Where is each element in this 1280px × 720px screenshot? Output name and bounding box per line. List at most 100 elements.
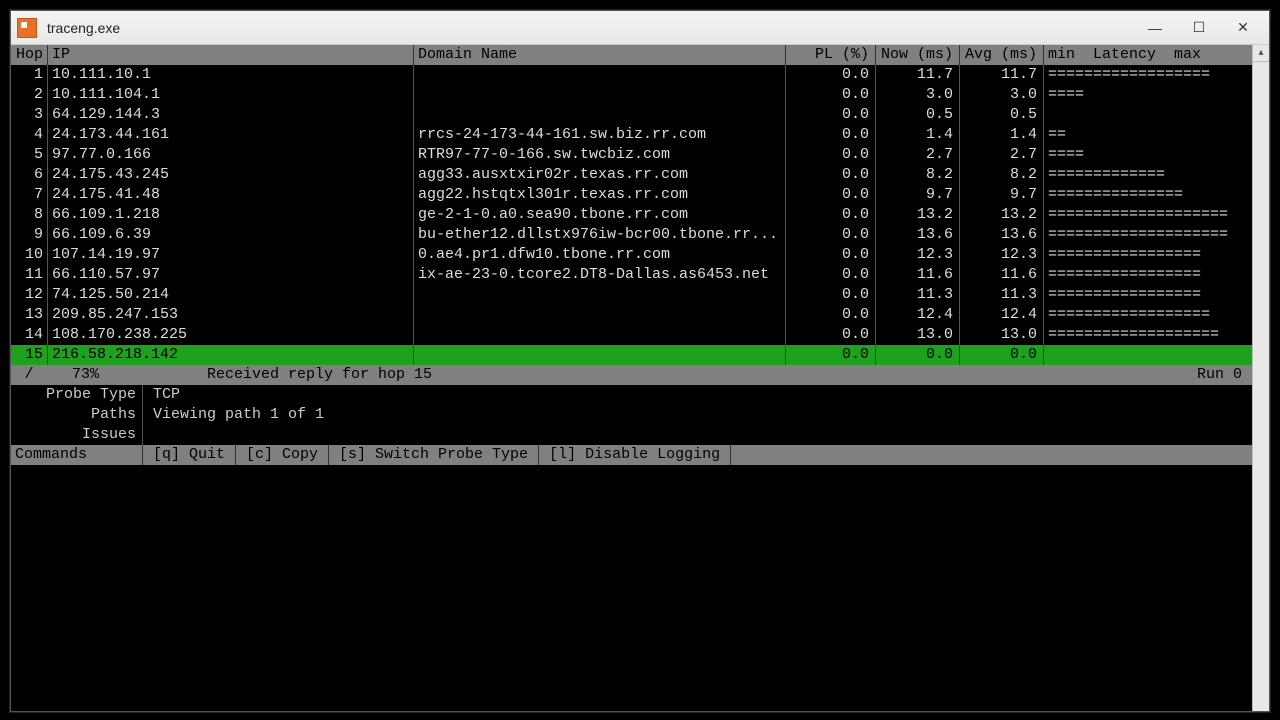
- hop-cell: 9: [11, 225, 47, 245]
- hop-cell: 15: [11, 345, 47, 365]
- latency-cell: =================: [1043, 265, 1231, 285]
- now-cell: 0.5: [875, 105, 959, 125]
- table-row[interactable]: 10107.14.19.970.ae4.pr1.dfw10.tbone.rr.c…: [11, 245, 1252, 265]
- latency-cell: ==================: [1043, 305, 1231, 325]
- table-row[interactable]: 364.129.144.30.00.50.5: [11, 105, 1252, 125]
- table-row[interactable]: 1166.110.57.97ix-ae-23-0.tcore2.DT8-Dall…: [11, 265, 1252, 285]
- ip-cell: 74.125.50.214: [47, 285, 413, 305]
- table-row[interactable]: 597.77.0.166RTR97-77-0-166.sw.twcbiz.com…: [11, 145, 1252, 165]
- pl-cell: 0.0: [785, 145, 875, 165]
- paths-label: Paths: [11, 405, 143, 425]
- hop-cell: 11: [11, 265, 47, 285]
- table-row[interactable]: 14108.170.238.2250.013.013.0============…: [11, 325, 1252, 345]
- hop-cell: 7: [11, 185, 47, 205]
- maximize-button[interactable]: ☐: [1189, 18, 1209, 38]
- titlebar: traceng.exe — ☐ ✕: [11, 11, 1269, 45]
- avg-cell: 9.7: [959, 185, 1043, 205]
- ip-cell: 64.129.144.3: [47, 105, 413, 125]
- avg-cell: 3.0: [959, 85, 1043, 105]
- pl-cell: 0.0: [785, 305, 875, 325]
- pl-cell: 0.0: [785, 225, 875, 245]
- hop-cell: 12: [11, 285, 47, 305]
- hop-cell: 5: [11, 145, 47, 165]
- latency-cell: [1043, 345, 1231, 365]
- info-probe-type: Probe Type TCP: [11, 385, 1252, 405]
- vertical-scrollbar[interactable]: ▴: [1252, 45, 1269, 711]
- pl-cell: 0.0: [785, 165, 875, 185]
- latency-cell: =============: [1043, 165, 1231, 185]
- col-latency: min Latency max: [1043, 45, 1231, 65]
- domain-cell: rrcs-24-173-44-161.sw.biz.rr.com: [413, 125, 785, 145]
- ip-cell: 24.175.41.48: [47, 185, 413, 205]
- table-row[interactable]: 966.109.6.39bu-ether12.dllstx976iw-bcr00…: [11, 225, 1252, 245]
- info-issues: Issues: [11, 425, 1252, 445]
- table-row[interactable]: 1274.125.50.2140.011.311.3==============…: [11, 285, 1252, 305]
- table-row[interactable]: 15216.58.218.1420.00.00.0: [11, 345, 1252, 365]
- domain-cell: agg22.hstqtxl301r.texas.rr.com: [413, 185, 785, 205]
- avg-cell: 13.2: [959, 205, 1043, 225]
- ip-cell: 66.109.1.218: [47, 205, 413, 225]
- hop-cell: 6: [11, 165, 47, 185]
- ip-cell: 24.175.43.245: [47, 165, 413, 185]
- avg-cell: 13.0: [959, 325, 1043, 345]
- table-row[interactable]: 724.175.41.48agg22.hstqtxl301r.texas.rr.…: [11, 185, 1252, 205]
- latency-cell: ====: [1043, 145, 1231, 165]
- domain-cell: [413, 65, 785, 85]
- domain-cell: [413, 105, 785, 125]
- domain-cell: ix-ae-23-0.tcore2.DT8-Dallas.as6453.net: [413, 265, 785, 285]
- table-row[interactable]: 210.111.104.10.03.03.0====: [11, 85, 1252, 105]
- pl-cell: 0.0: [785, 105, 875, 125]
- commands-label: Commands: [11, 445, 143, 465]
- pl-cell: 0.0: [785, 125, 875, 145]
- ip-cell: 10.111.104.1: [47, 85, 413, 105]
- now-cell: 12.4: [875, 305, 959, 325]
- pl-cell: 0.0: [785, 185, 875, 205]
- latency-cell: ==================: [1043, 65, 1231, 85]
- now-cell: 13.2: [875, 205, 959, 225]
- domain-cell: RTR97-77-0-166.sw.twcbiz.com: [413, 145, 785, 165]
- ip-cell: 107.14.19.97: [47, 245, 413, 265]
- hop-cell: 3: [11, 105, 47, 125]
- avg-cell: 11.7: [959, 65, 1043, 85]
- hop-cell: 14: [11, 325, 47, 345]
- table-row[interactable]: 13209.85.247.1530.012.412.4=============…: [11, 305, 1252, 325]
- domain-cell: [413, 305, 785, 325]
- domain-cell: 0.ae4.pr1.dfw10.tbone.rr.com: [413, 245, 785, 265]
- latency-cell: ===================: [1043, 325, 1231, 345]
- close-button[interactable]: ✕: [1233, 18, 1253, 38]
- ip-cell: 108.170.238.225: [47, 325, 413, 345]
- avg-cell: 11.6: [959, 265, 1043, 285]
- avg-cell: 0.5: [959, 105, 1043, 125]
- pl-cell: 0.0: [785, 245, 875, 265]
- table-row[interactable]: 624.175.43.245agg33.ausxtxir02r.texas.rr…: [11, 165, 1252, 185]
- table-row[interactable]: 866.109.1.218ge-2-1-0.a0.sea90.tbone.rr.…: [11, 205, 1252, 225]
- scroll-up-icon[interactable]: ▴: [1253, 45, 1269, 62]
- ip-cell: 10.111.10.1: [47, 65, 413, 85]
- latency-cell: =================: [1043, 245, 1231, 265]
- avg-cell: 8.2: [959, 165, 1043, 185]
- cmd-switch-probe[interactable]: [s] Switch Probe Type: [329, 445, 539, 465]
- latency-cell: ====================: [1043, 225, 1231, 245]
- avg-cell: 1.4: [959, 125, 1043, 145]
- latency-cell: ====: [1043, 85, 1231, 105]
- domain-cell: [413, 325, 785, 345]
- issues-value: [143, 425, 153, 445]
- cmd-quit[interactable]: [q] Quit: [143, 445, 236, 465]
- content-area: Hop IP Domain Name PL (%) Now (ms) Avg (…: [11, 45, 1269, 711]
- table-row[interactable]: 110.111.10.10.011.711.7=================…: [11, 65, 1252, 85]
- now-cell: 11.6: [875, 265, 959, 285]
- now-cell: 0.0: [875, 345, 959, 365]
- minimize-button[interactable]: —: [1145, 18, 1165, 38]
- domain-cell: [413, 285, 785, 305]
- ip-cell: 216.58.218.142: [47, 345, 413, 365]
- probe-type-label: Probe Type: [11, 385, 143, 405]
- main-panel: Hop IP Domain Name PL (%) Now (ms) Avg (…: [11, 45, 1252, 711]
- cmd-disable-logging[interactable]: [l] Disable Logging: [539, 445, 731, 465]
- cmd-copy[interactable]: [c] Copy: [236, 445, 329, 465]
- hop-cell: 8: [11, 205, 47, 225]
- info-paths: Paths Viewing path 1 of 1: [11, 405, 1252, 425]
- table-row[interactable]: 424.173.44.161rrcs-24-173-44-161.sw.biz.…: [11, 125, 1252, 145]
- hop-cell: 4: [11, 125, 47, 145]
- status-bar: / 73% Received reply for hop 15 Run 0: [11, 365, 1252, 385]
- table-header: Hop IP Domain Name PL (%) Now (ms) Avg (…: [11, 45, 1252, 65]
